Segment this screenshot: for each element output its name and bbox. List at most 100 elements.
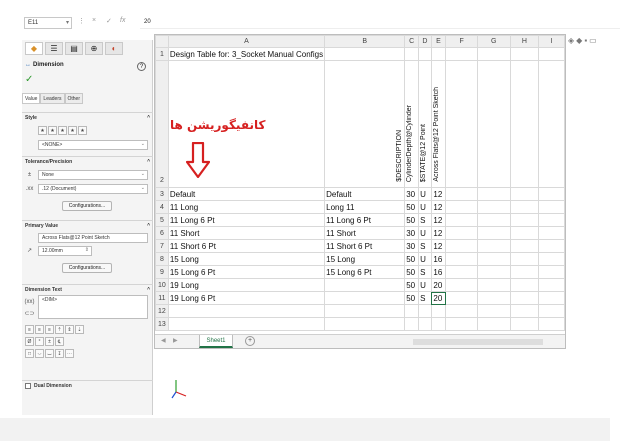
configuration-name-cell[interactable]: 15 Long 6 Pt [167,265,326,279]
table-cell[interactable] [445,278,478,292]
style-delete-icon[interactable]: ★ [68,126,77,135]
view-orientation-icon[interactable]: ◈ [568,36,574,45]
cylinder-depth-cell[interactable]: 30 [404,187,420,201]
table-cell[interactable] [509,265,540,279]
table-cell[interactable] [509,200,540,214]
degree-icon[interactable]: ° [35,337,44,346]
table-cell[interactable] [476,47,511,61]
corner-select-all[interactable] [155,35,169,48]
subtab-value[interactable]: Value [22,93,41,104]
across-flats-cell[interactable]: 12 [430,200,447,214]
configuration-name-cell[interactable]: 19 Long 6 Pt [167,291,326,305]
configuration-name-cell[interactable]: 11 Long 6 Pt [167,213,326,227]
dimension-text-header[interactable]: Dimension Text ^ [22,285,153,295]
table-cell[interactable] [404,47,420,61]
column-header-h[interactable]: H [509,35,540,48]
collapse-icon[interactable]: ^ [147,223,150,229]
row-header[interactable]: 2 [155,60,169,188]
table-cell[interactable] [538,47,565,61]
align-middle-icon[interactable]: ⇕ [65,325,74,334]
description-header-cell[interactable]: $DESCRIPTION [324,60,406,188]
state-cell[interactable]: S [418,213,432,227]
enter-icon[interactable]: ✓ [106,17,112,25]
table-cell[interactable] [445,213,478,227]
across-flats-cell[interactable]: 12 [430,226,447,240]
collapse-icon[interactable]: ^ [147,115,150,121]
across-flats-cell[interactable] [430,304,447,318]
table-cell[interactable] [538,213,565,227]
table-cell[interactable] [418,47,432,61]
state-cell[interactable]: S [418,239,432,253]
description-cell[interactable]: Default [324,187,406,201]
cylinder-depth-cell[interactable]: 50 [404,265,420,279]
style-header[interactable]: Style ^ [22,113,153,123]
ok-check-icon[interactable]: ✓ [25,74,33,85]
display-style-icon[interactable]: ◆ [576,36,582,45]
description-cell[interactable] [324,278,406,292]
chevron-down-icon[interactable]: ▾ [66,19,69,26]
column-header-f[interactable]: F [445,35,478,48]
description-cell[interactable] [324,291,406,305]
subtab-other[interactable]: Other [64,93,84,104]
spinner-icon[interactable]: ⇕ [85,247,89,253]
table-cell[interactable] [476,226,511,240]
monitor-icon[interactable]: ▭ [589,36,597,45]
next-sheet-icon[interactable]: ▶ [173,337,178,344]
state-cell[interactable]: U [418,278,432,292]
table-cell[interactable] [509,278,540,292]
table-cell[interactable] [445,304,478,318]
table-cell[interactable] [445,200,478,214]
table-cell[interactable] [538,304,565,318]
more-symbols-icon[interactable]: ⋯ [65,349,74,358]
dimension-value-field[interactable]: 12.00mm ⇕ [38,246,92,256]
square-icon[interactable]: □ [25,349,34,358]
configuration-name-cell[interactable]: 11 Short 6 Pt [167,239,326,253]
dual-dimension-row[interactable]: Dual Dimension [22,381,153,391]
tolerance-configurations-button[interactable]: Configurations... [62,201,112,211]
configuration-name-cell[interactable]: 19 Long [167,278,326,292]
across-flats-cell[interactable]: 20 [430,291,447,305]
tolerance-header[interactable]: Tolerance/Precision ^ [22,157,153,167]
inspection-icon[interactable]: ⊂⊃ [24,309,34,318]
row-header[interactable]: 7 [155,239,169,253]
description-cell[interactable]: 15 Long [324,252,406,266]
table-cell[interactable] [445,239,478,253]
table-cell[interactable] [538,226,565,240]
formula-input[interactable]: 20 [140,17,620,29]
countersink-icon[interactable]: ⌵ [35,349,44,358]
table-cell[interactable] [509,187,540,201]
column-header-c[interactable]: C [404,35,420,48]
prev-sheet-icon[interactable]: ◀ [161,337,166,344]
column-header-i[interactable]: I [538,35,565,48]
style-apply-icon[interactable]: ★ [38,126,47,135]
cylinder-depth-cell[interactable] [404,304,420,318]
row-header[interactable]: 12 [155,304,169,318]
cylinder-depth-cell[interactable]: 50 [404,252,420,266]
table-cell[interactable] [509,226,540,240]
table-cell[interactable] [476,187,511,201]
display-manager-tab[interactable]: ◐ [105,42,123,55]
diameter-icon[interactable]: Ø [25,337,34,346]
state-cell[interactable]: U [418,200,432,214]
property-manager-tab[interactable]: ☰ [45,42,63,55]
row-header[interactable]: 8 [155,252,169,266]
across-flats-cell[interactable]: 12 [430,213,447,227]
table-cell[interactable] [538,291,565,305]
description-cell[interactable]: 11 Short 6 Pt [324,239,406,253]
table-cell[interactable] [538,265,565,279]
table-cell[interactable] [538,239,565,253]
description-cell[interactable]: 15 Long 6 Pt [324,265,406,279]
align-center-icon[interactable]: ≡ [35,325,44,334]
row-header[interactable]: 4 [155,200,169,214]
state-cell[interactable]: U [418,252,432,266]
table-cell[interactable] [538,60,565,188]
configuration-name-cell[interactable] [167,304,326,318]
description-cell[interactable]: 11 Long 6 Pt [324,213,406,227]
row-header[interactable]: 5 [155,213,169,227]
description-cell[interactable] [324,304,406,318]
table-cell[interactable] [476,265,511,279]
across-flats-cell[interactable]: 16 [430,265,447,279]
configuration-name-cell[interactable]: 11 Long [167,200,326,214]
dimxpert-tab[interactable]: ⊕ [85,42,103,55]
align-top-icon[interactable]: ⇡ [55,325,64,334]
